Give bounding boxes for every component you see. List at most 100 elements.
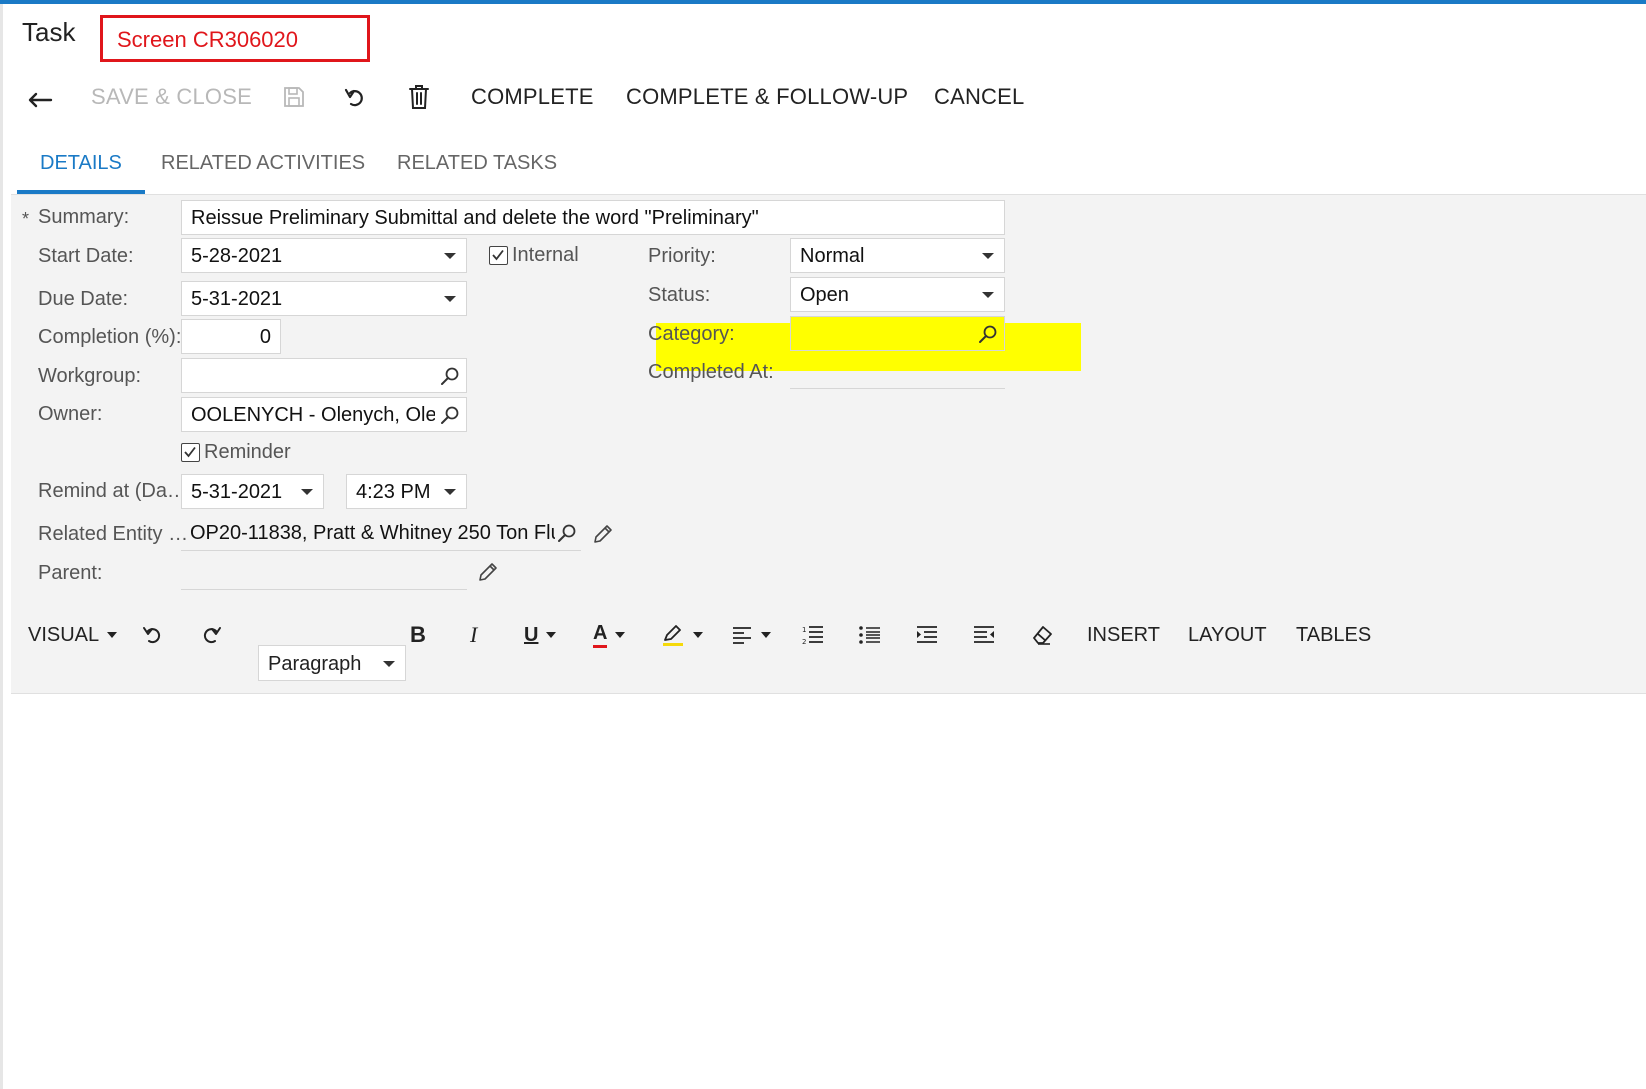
checkbox-checked-icon: [489, 246, 508, 265]
underline-icon: U: [524, 623, 539, 646]
start-date-label: Start Date:: [38, 245, 134, 267]
rich-text-editor-body[interactable]: [11, 695, 1646, 1089]
paragraph-style-select[interactable]: Paragraph: [258, 645, 406, 681]
tables-menu[interactable]: TABLES: [1296, 609, 1371, 661]
undo-button[interactable]: [343, 75, 369, 119]
parent-label: Parent:: [38, 562, 103, 584]
tab-related-tasks[interactable]: RELATED TASKS: [397, 138, 557, 194]
chevron-down-icon: [383, 661, 395, 667]
chevron-down-icon: [615, 632, 626, 638]
editor-toolbar: [11, 642, 1646, 694]
underline-dropdown[interactable]: U: [524, 609, 557, 661]
completed-at-label: Completed At:: [648, 361, 774, 383]
search-icon[interactable]: [440, 366, 460, 386]
bullet-list-button[interactable]: [858, 609, 882, 661]
category-lookup[interactable]: [790, 316, 1005, 351]
undo-icon: [143, 627, 161, 644]
due-date-label: Due Date:: [38, 288, 129, 310]
parent-lookup[interactable]: [181, 555, 467, 590]
summary-input[interactable]: Reissue Preliminary Submittal and delete…: [181, 200, 1005, 235]
chevron-down-icon: [693, 632, 703, 638]
internal-checkbox[interactable]: Internal: [489, 244, 579, 267]
tab-related-activities[interactable]: RELATED ACTIVITIES: [161, 138, 365, 194]
insert-menu[interactable]: INSERT: [1087, 609, 1160, 661]
delete-button[interactable]: [408, 75, 430, 119]
outdent-icon: [974, 626, 994, 643]
redo-icon: [203, 627, 221, 644]
highlight-color-dropdown[interactable]: [661, 609, 703, 661]
chevron-down-icon: [444, 489, 456, 495]
remind-time-picker[interactable]: 4:23 PM: [346, 474, 467, 509]
indent-button[interactable]: [915, 609, 939, 661]
search-icon[interactable]: [440, 405, 460, 425]
layout-menu[interactable]: LAYOUT: [1188, 609, 1267, 661]
category-label: Category:: [648, 323, 735, 345]
align-left-icon: [733, 627, 751, 644]
chevron-down-icon: [444, 253, 456, 259]
editor-undo-button[interactable]: [141, 609, 165, 661]
chevron-down-icon: [107, 632, 118, 638]
top-accent-bar: [0, 0, 1646, 4]
reminder-label: Reminder: [204, 441, 291, 463]
font-color-icon: A: [593, 623, 608, 648]
chevron-down-icon: [982, 253, 994, 259]
eraser-icon: [1033, 626, 1052, 645]
owner-label: Owner:: [38, 403, 103, 425]
back-button[interactable]: [26, 75, 54, 119]
due-date-picker[interactable]: 5-31-2021: [181, 281, 467, 316]
search-icon[interactable]: [557, 523, 577, 543]
italic-button[interactable]: I: [470, 609, 477, 661]
complete-button[interactable]: COMPLETE: [471, 75, 594, 119]
completion-label: Completion (%):: [38, 326, 182, 348]
undo-icon: [344, 88, 363, 107]
svg-text:2: 2: [802, 638, 806, 646]
highlighter-icon: [663, 625, 683, 646]
bold-button[interactable]: B: [410, 609, 426, 661]
bullet-list-icon: [859, 626, 880, 644]
status-select[interactable]: Open: [790, 277, 1005, 312]
edit-pencil-icon[interactable]: [477, 561, 499, 583]
workgroup-lookup[interactable]: [181, 358, 467, 393]
completed-at-value: [790, 354, 1005, 389]
svg-text:1: 1: [802, 626, 806, 634]
save-close-button[interactable]: SAVE & CLOSE: [91, 75, 252, 119]
screen-id-annotation: Screen CR306020: [100, 15, 370, 62]
start-date-picker[interactable]: 5-28-2021: [181, 238, 467, 273]
indent-icon: [917, 626, 937, 643]
internal-label: Internal: [512, 244, 579, 266]
status-label: Status:: [648, 284, 711, 306]
align-dropdown[interactable]: [731, 609, 771, 661]
active-tab-indicator: [17, 190, 145, 194]
editor-redo-button[interactable]: [199, 609, 223, 661]
related-entity-lookup[interactable]: OP20-11838, Pratt & Whitney 250 Ton Flui…: [181, 516, 581, 551]
workgroup-label: Workgroup:: [38, 365, 142, 387]
visual-mode-dropdown[interactable]: VISUAL: [28, 609, 118, 661]
required-marker: *: [22, 209, 30, 229]
remind-at-label: Remind at (Da…: [38, 480, 187, 502]
search-icon[interactable]: [978, 324, 998, 344]
page-title: Task: [22, 17, 76, 47]
font-color-dropdown[interactable]: A: [593, 609, 626, 661]
related-entity-label: Related Entity …: [38, 523, 189, 545]
cancel-button[interactable]: CANCEL: [934, 75, 1024, 119]
outdent-button[interactable]: [972, 609, 996, 661]
owner-lookup[interactable]: OOLENYCH - Olenych, Olena: [181, 397, 467, 432]
save-button[interactable]: [282, 75, 306, 119]
reminder-checkbox[interactable]: Reminder: [181, 441, 291, 464]
remind-date-picker[interactable]: 5-31-2021: [181, 474, 324, 509]
chevron-down-icon: [301, 489, 313, 495]
chevron-down-icon: [546, 632, 557, 638]
checkbox-checked-icon: [181, 443, 200, 462]
numbered-list-button[interactable]: 12: [801, 609, 825, 661]
trash-icon: [409, 85, 429, 109]
priority-select[interactable]: Normal: [790, 238, 1005, 273]
chevron-down-icon: [444, 296, 456, 302]
floppy-disk-icon: [284, 87, 304, 107]
tab-details[interactable]: DETAILS: [40, 138, 122, 194]
edit-pencil-icon[interactable]: [592, 523, 614, 545]
clear-formatting-button[interactable]: [1030, 609, 1054, 661]
chevron-down-icon: [761, 632, 771, 638]
completion-input[interactable]: 0: [181, 319, 281, 354]
chevron-down-icon: [982, 292, 994, 298]
complete-follow-up-button[interactable]: COMPLETE & FOLLOW-UP: [626, 75, 908, 119]
